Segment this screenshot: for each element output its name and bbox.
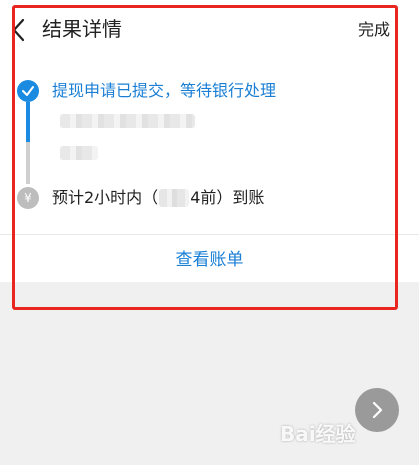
page-title: 结果详情 — [42, 17, 122, 41]
done-button[interactable]: 完成 — [358, 18, 390, 42]
arrival-prefix: 预计2小时内（ — [52, 188, 159, 207]
redacted-arrival-time — [159, 189, 190, 207]
chevron-left-icon — [12, 18, 25, 42]
chevron-right-icon — [372, 401, 383, 419]
divider — [0, 234, 419, 235]
progress-line-pending — [26, 142, 30, 184]
step-submitted-status: 提现申请已提交，等待银行处理 — [52, 81, 277, 100]
status-timeline: ¥ 提现申请已提交，等待银行处理 预计2小时内（ 4前）到账 — [0, 60, 419, 235]
header: 结果详情 完成 — [0, 0, 419, 60]
result-card: 结果详情 完成 ¥ 提现申请已提交，等待银行处理 预计2小时内（ 4前）到账 查… — [0, 0, 419, 282]
check-icon — [22, 86, 34, 96]
step-done-node — [17, 80, 39, 102]
redacted-time — [60, 146, 98, 160]
arrival-suffix: 4前）到账 — [190, 188, 265, 207]
yuan-icon: ¥ — [17, 187, 39, 209]
redacted-detail — [60, 114, 195, 128]
watermark: Bai经验 — [280, 422, 356, 446]
back-button[interactable] — [8, 16, 30, 44]
next-button[interactable] — [355, 388, 399, 432]
progress-line-done — [26, 102, 30, 142]
view-bill-link[interactable]: 查看账单 — [0, 247, 419, 273]
step-arrival-estimate: 预计2小时内（ 4前）到账 — [52, 186, 264, 210]
